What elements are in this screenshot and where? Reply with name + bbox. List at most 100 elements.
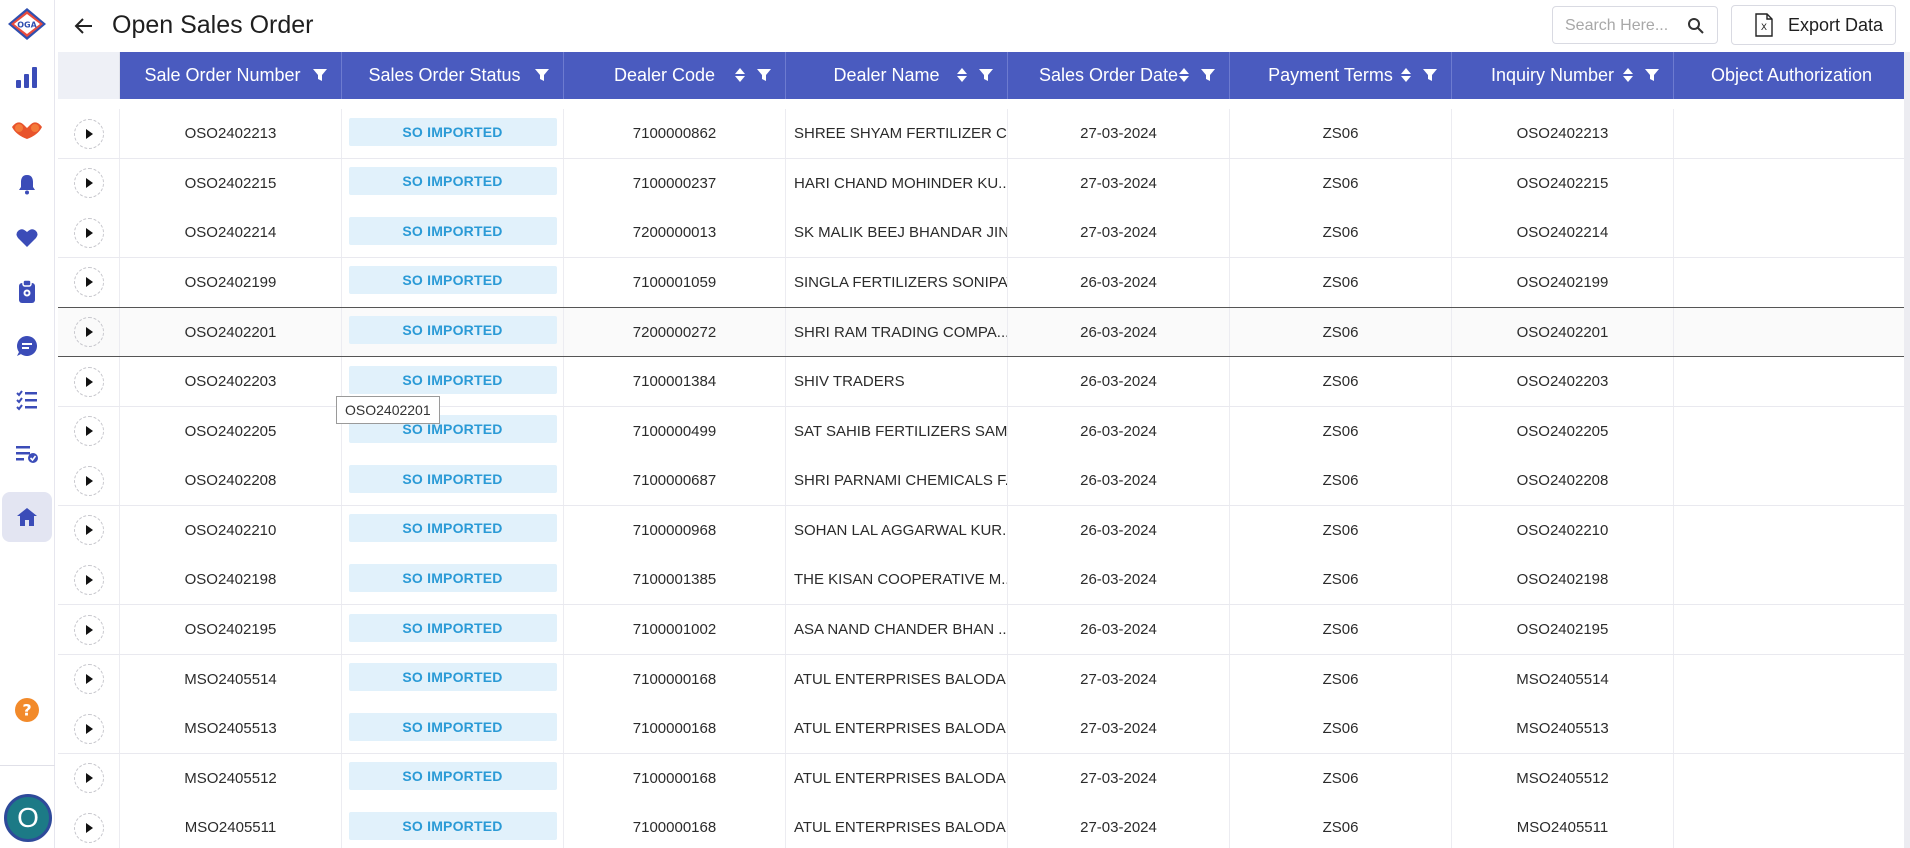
cell-text: ZS06 xyxy=(1322,323,1359,341)
home-icon[interactable] xyxy=(2,492,52,542)
expand-row-button[interactable] xyxy=(73,317,104,348)
expand-row-button[interactable] xyxy=(73,812,104,843)
status-badge: SO IMPORTED xyxy=(348,563,557,592)
sort-icon[interactable] xyxy=(1175,66,1193,84)
cell-date: 27-03-2024 xyxy=(1008,158,1230,208)
handshake-icon[interactable] xyxy=(7,110,47,150)
svg-text:X: X xyxy=(1761,23,1767,33)
cell-inquiry: OSO2402198 xyxy=(1452,555,1674,605)
filter-icon[interactable] xyxy=(977,66,995,84)
column-header-object-authorization[interactable]: Object Authorization xyxy=(1674,52,1910,99)
sort-icon[interactable] xyxy=(953,66,971,84)
avatar[interactable]: O xyxy=(4,794,52,842)
search-box[interactable] xyxy=(1552,6,1718,44)
chat-doc-icon[interactable] xyxy=(7,326,47,366)
expand-cell xyxy=(58,704,120,754)
company-logo[interactable]: OGA xyxy=(6,6,48,42)
cell-terms: ZS06 xyxy=(1230,357,1452,406)
search-input[interactable] xyxy=(1565,15,1685,37)
play-icon xyxy=(85,674,93,685)
filter-icon[interactable] xyxy=(1643,66,1661,84)
table-row[interactable]: MSO2405514 SO IMPORTED 7100000168 ATUL ENTE… xyxy=(58,654,1910,705)
filter-icon[interactable] xyxy=(755,66,773,84)
cell-auth xyxy=(1674,158,1910,208)
table-row[interactable]: OSO2402198 SO IMPORTED 7100001385 THE KISAN… xyxy=(58,555,1910,606)
cell-date: 27-03-2024 xyxy=(1008,109,1230,158)
cell-terms: ZS06 xyxy=(1230,109,1452,158)
expand-row-button[interactable] xyxy=(73,168,104,199)
column-header-payment-terms[interactable]: Payment Terms xyxy=(1230,52,1452,99)
bell-icon[interactable] xyxy=(7,164,47,204)
table-row[interactable]: OSO2402201 SO IMPORTED 7200000272 SHRI RAM … xyxy=(58,307,1910,358)
expand-row-button[interactable] xyxy=(73,465,104,496)
table-row[interactable]: MSO2405513 SO IMPORTED 7100000168 ATUL ENTE… xyxy=(58,704,1910,755)
expand-row-button[interactable] xyxy=(73,515,104,546)
expand-row-button[interactable] xyxy=(73,366,104,397)
expand-cell xyxy=(58,357,120,406)
cell-terms: ZS06 xyxy=(1230,803,1452,848)
table-row[interactable]: OSO2402214 SO IMPORTED 7200000013 SK MALIK … xyxy=(58,208,1910,259)
expand-row-button[interactable] xyxy=(73,713,104,744)
cell-name: SHRI PARNAMI CHEMICALS F... xyxy=(786,456,1008,506)
column-header-dealer-code[interactable]: Dealer Code xyxy=(564,52,786,99)
play-icon xyxy=(85,128,93,139)
cell-text: 27-03-2024 xyxy=(1080,670,1157,688)
cell-status: SO IMPORTED xyxy=(342,654,564,704)
filter-icon[interactable] xyxy=(533,66,551,84)
header-expander-column xyxy=(58,52,120,99)
table-row[interactable]: MSO2405512 SO IMPORTED 7100000168 ATUL ENTE… xyxy=(58,753,1910,804)
expand-row-button[interactable] xyxy=(73,118,104,149)
table-row[interactable]: OSO2402199 SO IMPORTED 7100001059 SINGLA FE… xyxy=(58,257,1910,308)
clipboard-icon[interactable] xyxy=(7,272,47,312)
cell-order: OSO2402201 xyxy=(120,308,342,357)
expand-row-button[interactable] xyxy=(73,217,104,248)
play-icon xyxy=(85,773,93,784)
expand-row-button[interactable] xyxy=(73,564,104,595)
cell-text: SAT SAHIB FERTILIZERS SAM... xyxy=(794,422,1008,440)
table-row[interactable]: MSO2405511 SO IMPORTED 7100000168 ATUL ENTE… xyxy=(58,803,1910,848)
sort-icon[interactable] xyxy=(731,66,749,84)
column-header-sale-order-number[interactable]: Sale Order Number xyxy=(120,52,342,99)
column-header-sales-order-date[interactable]: Sales Order Date xyxy=(1008,52,1230,99)
table-row[interactable]: OSO2402213 SO IMPORTED 7100000862 SHREE SHY… xyxy=(58,109,1910,159)
table-row[interactable]: OSO2402195 SO IMPORTED 7100001002 ASA NAND … xyxy=(58,605,1910,655)
table-row[interactable]: OSO2402208 SO IMPORTED 7100000687 SHRI PARN… xyxy=(58,456,1910,507)
column-header-dealer-name[interactable]: Dealer Name xyxy=(786,52,1008,99)
expand-row-button[interactable] xyxy=(73,664,104,695)
vertical-scrollbar[interactable] xyxy=(1904,52,1910,848)
filter-icon[interactable] xyxy=(311,66,329,84)
play-icon xyxy=(85,178,93,189)
heart-icon[interactable] xyxy=(7,218,47,258)
search-icon[interactable] xyxy=(1687,17,1705,35)
page-title: Open Sales Order xyxy=(112,11,314,39)
filter-icon[interactable] xyxy=(1199,66,1217,84)
cell-inquiry: MSO2405512 xyxy=(1452,753,1674,803)
export-data-button[interactable]: X Export Data xyxy=(1731,5,1896,45)
sort-icon[interactable] xyxy=(1397,66,1415,84)
expand-row-button[interactable] xyxy=(73,267,104,298)
checklist-icon[interactable] xyxy=(7,380,47,420)
cell-text: OSO2402213 xyxy=(184,125,277,142)
cell-code: 7100001002 xyxy=(564,605,786,654)
expand-row-button[interactable] xyxy=(73,763,104,794)
cell-code: 7100000862 xyxy=(564,109,786,158)
column-header-sales-order-status[interactable]: Sales Order Status xyxy=(342,52,564,99)
cell-text: ZS06 xyxy=(1322,422,1359,440)
cell-inquiry: OSO2402208 xyxy=(1452,456,1674,506)
cell-text: 7100000499 xyxy=(632,422,717,440)
expand-row-button[interactable] xyxy=(73,614,104,645)
table-row[interactable]: OSO2402215 SO IMPORTED 7100000237 HARI CHAN… xyxy=(58,158,1910,209)
column-header-inquiry-number[interactable]: Inquiry Number xyxy=(1452,52,1674,99)
help-icon[interactable]: ? xyxy=(7,690,47,730)
cell-text: SOHAN LAL AGGARWAL KUR... xyxy=(794,521,1008,539)
cell-text: OSO2402199 xyxy=(184,273,277,291)
bar-chart-icon[interactable] xyxy=(7,57,47,97)
column-header-label: Inquiry Number xyxy=(1490,65,1615,85)
approved-list-icon[interactable] xyxy=(7,434,47,474)
sort-icon[interactable] xyxy=(1619,66,1637,84)
filter-icon[interactable] xyxy=(1421,66,1439,84)
back-button[interactable] xyxy=(70,12,98,40)
column-header-label: Sale Order Number xyxy=(144,65,301,85)
table-row[interactable]: OSO2402210 SO IMPORTED 7100000968 SOHAN LAL… xyxy=(58,505,1910,556)
expand-row-button[interactable] xyxy=(73,416,104,447)
